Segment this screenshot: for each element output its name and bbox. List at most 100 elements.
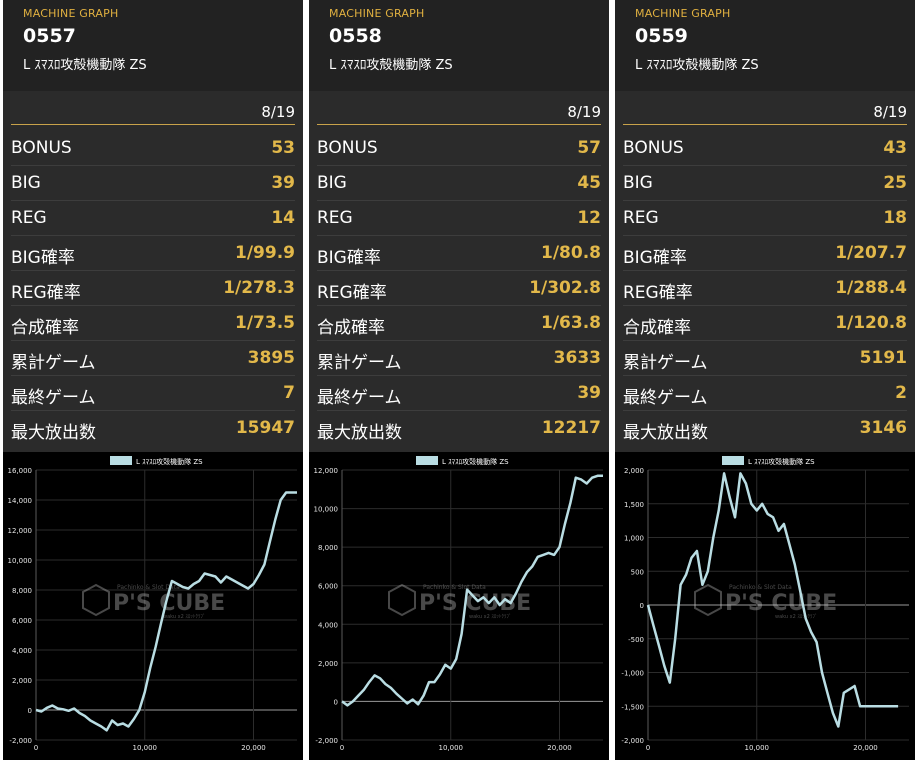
legend-swatch	[110, 456, 132, 465]
stat-key: BONUS	[11, 138, 72, 158]
stat-row-last-games: 最終ゲーム 2	[623, 376, 907, 411]
stat-row-reg-rate: REG確率 1/288.4	[623, 271, 907, 306]
machine-name: L ｽﾏｽﾛ攻殻機動隊 ZS	[329, 58, 453, 73]
stat-value: 1/80.8	[541, 243, 601, 263]
stat-value: 12217	[541, 418, 601, 438]
stat-value: 1/302.8	[529, 278, 601, 298]
y-tick-label: 14,000	[8, 497, 33, 505]
date-label: 8/19	[567, 103, 601, 121]
stat-key: BIG確率	[623, 248, 687, 268]
stat-key: BIG	[623, 173, 653, 193]
watermark-bottom: waku x2 ｽﾛｯﾄｸﾗﾌﾞ	[775, 613, 817, 620]
stat-value: 1/207.7	[835, 243, 907, 263]
y-tick-label: 0	[640, 602, 644, 610]
x-tick-label: 10,000	[745, 744, 770, 752]
stats-table: 8/19 BONUS 43 BIG 25 REG 18 BIG確率 1/207.7 RE…	[615, 91, 915, 452]
stat-row-big-rate: BIG確率 1/80.8	[317, 236, 601, 271]
stat-key: 累計ゲーム	[317, 353, 402, 373]
legend-swatch	[416, 456, 438, 465]
y-tick-label: 2,000	[318, 660, 338, 668]
y-tick-label: 2,000	[12, 677, 32, 685]
stat-row-combined-rate: 合成確率 1/63.8	[317, 306, 601, 341]
stat-key: REG確率	[11, 283, 81, 303]
x-tick-label: 0	[646, 744, 650, 752]
stat-row-last-games: 最終ゲーム 7	[11, 376, 295, 411]
y-tick-label: 500	[631, 568, 644, 576]
stat-value: 14	[271, 208, 295, 228]
machine-name: L ｽﾏｽﾛ攻殻機動隊 ZS	[23, 58, 147, 73]
stat-key: REG	[623, 208, 659, 228]
y-tick-label: -2,000	[315, 737, 338, 745]
x-tick-label: 0	[340, 744, 344, 752]
stat-row-reg-rate: REG確率 1/278.3	[11, 271, 295, 306]
y-tick-label: 1,000	[624, 535, 644, 543]
section-label: MACHINE GRAPH	[23, 7, 119, 20]
stat-value: 25	[883, 173, 907, 193]
stat-key: REG	[317, 208, 353, 228]
x-tick-label: 10,000	[133, 744, 158, 752]
stat-value: 12	[577, 208, 601, 228]
stat-row-max-payout: 最大放出数 15947	[11, 411, 295, 445]
y-tick-label: -500	[628, 636, 644, 644]
section-label: MACHINE GRAPH	[635, 7, 731, 20]
panel-header: MACHINE GRAPH 0559 L ｽﾏｽﾛ攻殻機動隊 ZS	[615, 0, 915, 91]
stat-value: 15947	[235, 418, 295, 438]
stat-value: 39	[577, 383, 601, 403]
stat-row-bonus: BONUS 43	[623, 131, 907, 166]
stat-value: 18	[883, 208, 907, 228]
y-tick-label: 10,000	[8, 557, 33, 565]
stat-value: 1/120.8	[835, 313, 907, 333]
y-tick-label: -2,000	[9, 737, 32, 745]
y-tick-label: -1,000	[621, 670, 644, 678]
stat-value: 3633	[553, 348, 601, 368]
stat-key: 最大放出数	[317, 423, 402, 443]
stat-key: 合成確率	[623, 318, 691, 338]
machine-number: 0558	[329, 25, 382, 47]
machine-graph-chart: L ｽﾏｽﾛ攻殻機動隊 ZS -2,000 -1,500 -1,000 -500 0 500…	[621, 456, 909, 752]
stat-row-combined-rate: 合成確率 1/120.8	[623, 306, 907, 341]
stat-row-max-payout: 最大放出数 12217	[317, 411, 601, 445]
stat-key: 合成確率	[11, 318, 79, 338]
stat-key: 最大放出数	[11, 423, 96, 443]
y-tick-label: 0	[28, 707, 32, 715]
stat-key: 累計ゲーム	[623, 353, 708, 373]
stat-key: BIG確率	[11, 248, 75, 268]
section-label: MACHINE GRAPH	[329, 7, 425, 20]
y-tick-label: -2,000	[621, 737, 644, 745]
date-label: 8/19	[261, 103, 295, 121]
x-tick-label: 20,000	[547, 744, 572, 752]
divider	[11, 124, 295, 125]
stat-key: BIG確率	[317, 248, 381, 268]
y-tick-label: 12,000	[314, 467, 339, 475]
machine-panel-0559: MACHINE GRAPH 0559 L ｽﾏｽﾛ攻殻機動隊 ZS 8/19 B…	[615, 0, 915, 760]
stat-value: 39	[271, 173, 295, 193]
stat-value: 1/73.5	[235, 313, 295, 333]
stat-row-big-rate: BIG確率 1/99.9	[11, 236, 295, 271]
stat-key: BONUS	[623, 138, 684, 158]
legend-label: L ｽﾏｽﾛ攻殻機動隊 ZS	[136, 457, 203, 466]
y-tick-label: 12,000	[8, 527, 33, 535]
stat-row-combined-rate: 合成確率 1/73.5	[11, 306, 295, 341]
stat-row-big: BIG 45	[317, 166, 601, 201]
y-tick-label: 1,500	[624, 501, 644, 509]
stat-key: BIG	[317, 173, 347, 193]
stat-row-reg-rate: REG確率 1/302.8	[317, 271, 601, 306]
stat-key: REG確率	[317, 283, 387, 303]
stat-key: BONUS	[317, 138, 378, 158]
stat-key: 最終ゲーム	[623, 388, 708, 408]
y-tick-label: 6,000	[318, 583, 338, 591]
stat-row-total-games: 累計ゲーム 3895	[11, 341, 295, 376]
machine-number: 0559	[635, 25, 688, 47]
stat-key: 合成確率	[317, 318, 385, 338]
y-tick-label: -1,500	[621, 703, 644, 711]
stat-row-max-payout: 最大放出数 3146	[623, 411, 907, 445]
stat-value: 5191	[859, 348, 907, 368]
x-tick-label: 0	[34, 744, 38, 752]
stats-table: 8/19 BONUS 53 BIG 39 REG 14 BIG確率 1/99.9 REG…	[3, 91, 303, 452]
stat-row-reg: REG 12	[317, 201, 601, 236]
y-tick-label: 6,000	[12, 617, 32, 625]
stat-row-total-games: 累計ゲーム 3633	[317, 341, 601, 376]
legend-label: L ｽﾏｽﾛ攻殻機動隊 ZS	[442, 457, 509, 466]
stat-row-bonus: BONUS 57	[317, 131, 601, 166]
stat-row-big: BIG 25	[623, 166, 907, 201]
